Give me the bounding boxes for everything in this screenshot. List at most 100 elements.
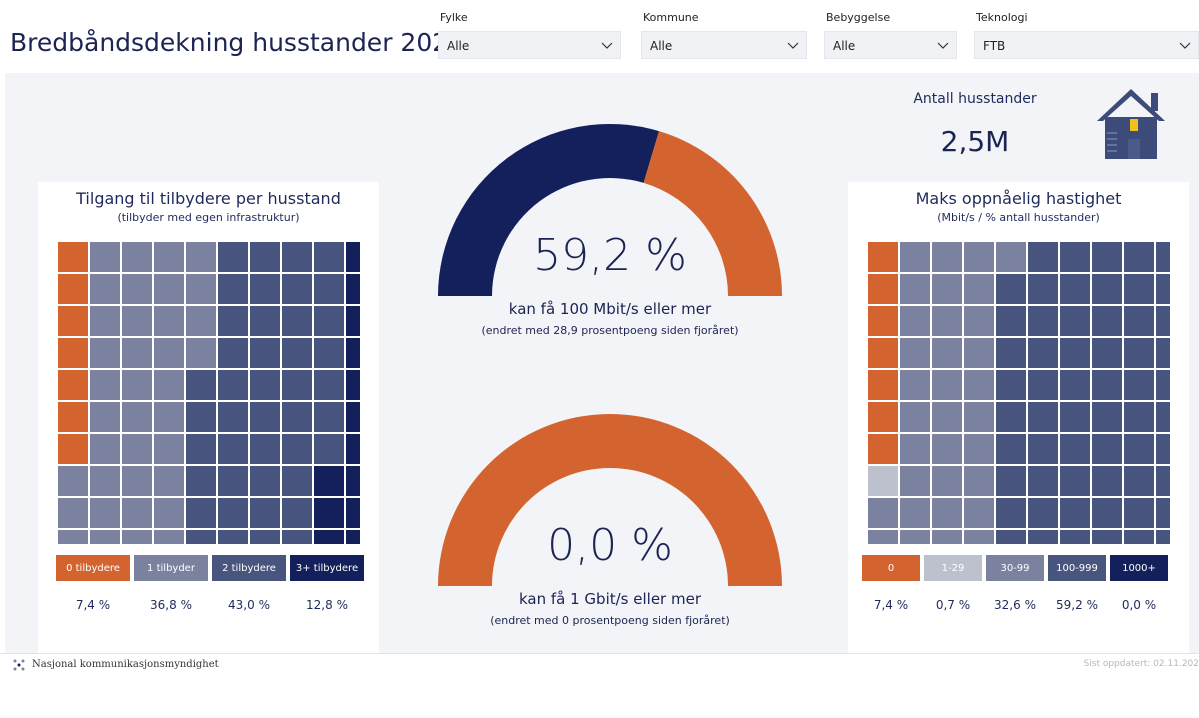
- waffle-cell: [1092, 434, 1122, 464]
- waffle-cell: [250, 338, 280, 368]
- waffle-cell: [122, 274, 152, 304]
- waffle-cell: [1028, 466, 1058, 496]
- waffle-cell: [964, 242, 994, 272]
- waffle-cell: [58, 466, 88, 496]
- providers-title: Tilgang til tilbydere per husstand: [76, 189, 341, 208]
- waffle-cell: [314, 466, 344, 496]
- dropdown-value: FTB: [983, 39, 1006, 53]
- chevron-down-icon: [1179, 42, 1191, 49]
- waffle-cell: [932, 338, 962, 368]
- fylke-dropdown[interactable]: Alle: [438, 31, 621, 59]
- value-1-provider: 36,8 %: [150, 598, 192, 612]
- waffle-cell: [314, 338, 344, 368]
- dropdown-value: Alle: [650, 39, 673, 53]
- waffle-cell: [996, 306, 1026, 336]
- waffle-cell: [346, 370, 360, 400]
- waffle-cell: [1060, 274, 1090, 304]
- providers-panel: Tilgang til tilbydere per husstand (tilb…: [38, 182, 379, 718]
- waffle-cell: [868, 338, 898, 368]
- waffle-cell: [58, 530, 88, 544]
- footer-organization: Nasjonal kommunikasjonsmyndighet: [32, 659, 219, 670]
- providers-values: 7,4 % 36,8 % 43,0 % 12,8 %: [56, 598, 364, 612]
- waffle-cell: [964, 274, 994, 304]
- waffle-cell: [186, 402, 216, 432]
- value-2-providers: 43,0 %: [228, 598, 270, 612]
- footer-last-updated: Sist oppdatert: 02.11.202: [1083, 659, 1199, 669]
- chevron-down-icon: [787, 42, 799, 49]
- waffle-cell: [1124, 274, 1154, 304]
- waffle-cell: [900, 370, 930, 400]
- waffle-cell: [1156, 370, 1170, 400]
- waffle-cell: [250, 466, 280, 496]
- waffle-cell: [90, 466, 120, 496]
- waffle-cell: [314, 498, 344, 528]
- waffle-cell: [250, 306, 280, 336]
- waffle-cell: [282, 402, 312, 432]
- footer: Nasjonal kommunikasjonsmyndighet Sist op…: [0, 653, 1199, 676]
- waffle-cell: [1060, 434, 1090, 464]
- speed-panel: Maks oppnåelig hastighet (Mbit/s / % ant…: [848, 182, 1189, 718]
- filter-label: Teknologi: [976, 11, 1028, 24]
- legend-0-providers: 0 tilbydere: [56, 555, 130, 581]
- waffle-cell: [250, 274, 280, 304]
- waffle-cell: [868, 242, 898, 272]
- waffle-cell: [282, 306, 312, 336]
- waffle-cell: [218, 434, 248, 464]
- nkom-logo-icon: [13, 659, 25, 671]
- value-speed-1-29: 0,7 %: [935, 598, 971, 612]
- waffle-cell: [250, 370, 280, 400]
- waffle-cell: [186, 338, 216, 368]
- waffle-cell: [964, 338, 994, 368]
- chevron-down-icon: [601, 42, 613, 49]
- waffle-cell: [996, 402, 1026, 432]
- waffle-cell: [90, 370, 120, 400]
- waffle-cell: [58, 402, 88, 432]
- waffle-cell: [932, 370, 962, 400]
- legend-speed-1000plus: 1000+: [1110, 555, 1168, 581]
- gauge-1gbit-caption: kan få 1 Gbit/s eller mer: [518, 590, 701, 608]
- waffle-cell: [90, 530, 120, 544]
- waffle-cell: [964, 402, 994, 432]
- waffle-cell: [996, 498, 1026, 528]
- value-speed-0: 7,4 %: [873, 598, 909, 612]
- waffle-cell: [250, 242, 280, 272]
- waffle-cell: [250, 434, 280, 464]
- waffle-cell: [218, 338, 248, 368]
- kommune-dropdown[interactable]: Alle: [641, 31, 807, 59]
- waffle-cell: [218, 530, 248, 544]
- waffle-cell: [122, 338, 152, 368]
- waffle-cell: [58, 498, 88, 528]
- waffle-cell: [218, 274, 248, 304]
- waffle-cell: [996, 274, 1026, 304]
- waffle-cell: [250, 530, 280, 544]
- waffle-cell: [154, 434, 184, 464]
- waffle-cell: [250, 402, 280, 432]
- waffle-cell: [186, 274, 216, 304]
- waffle-cell: [932, 434, 962, 464]
- waffle-cell: [186, 370, 216, 400]
- waffle-cell: [346, 434, 360, 464]
- waffle-cell: [1124, 242, 1154, 272]
- waffle-cell: [932, 498, 962, 528]
- waffle-cell: [154, 338, 184, 368]
- gauge-1gbit-change: (endret med 0 prosentpoeng siden fjoråre…: [490, 614, 730, 627]
- teknologi-dropdown[interactable]: FTB: [974, 31, 1199, 59]
- waffle-cell: [964, 498, 994, 528]
- waffle-cell: [218, 242, 248, 272]
- legend-speed-1-29: 1-29: [924, 555, 982, 581]
- waffle-cell: [122, 370, 152, 400]
- waffle-cell: [122, 530, 152, 544]
- waffle-cell: [1124, 466, 1154, 496]
- waffle-cell: [932, 306, 962, 336]
- dropdown-value: Alle: [447, 39, 470, 53]
- waffle-cell: [900, 498, 930, 528]
- waffle-cell: [900, 338, 930, 368]
- waffle-cell: [346, 338, 360, 368]
- waffle-cell: [282, 530, 312, 544]
- waffle-cell: [964, 434, 994, 464]
- speed-waffle-chart: [868, 242, 1170, 544]
- waffle-cell: [964, 530, 994, 544]
- waffle-cell: [996, 370, 1026, 400]
- waffle-cell: [122, 466, 152, 496]
- bebyggelse-dropdown[interactable]: Alle: [824, 31, 957, 59]
